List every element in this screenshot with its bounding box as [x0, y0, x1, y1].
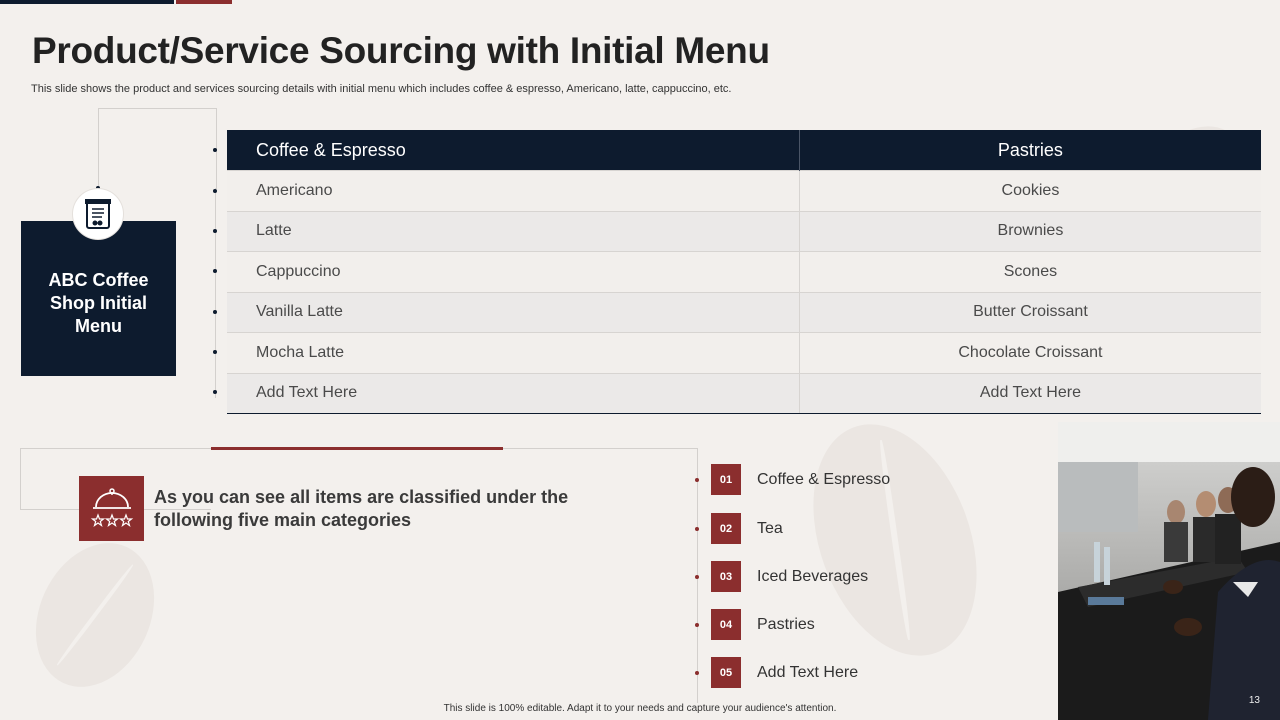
- category-label: Tea: [757, 519, 783, 537]
- table-cell: Cappuccino: [227, 251, 800, 292]
- connector-dot: [213, 229, 217, 233]
- page-subtitle: This slide shows the product and service…: [31, 83, 732, 95]
- category-item: 02 Tea: [711, 513, 783, 544]
- table-cell: Add Text Here: [227, 372, 800, 414]
- table-cell: Cookies: [798, 170, 1261, 211]
- category-item: 01 Coffee & Espresso: [711, 464, 890, 495]
- category-label: Coffee & Espresso: [757, 470, 891, 488]
- menu-title-box: ABC Coffee Shop Initial Menu: [21, 221, 176, 376]
- categories-note: As you can see all items are classified …: [154, 487, 569, 530]
- category-number: 04: [711, 609, 741, 640]
- table-row: Latte Brownies: [227, 210, 1261, 252]
- top-accent-bar-red: [176, 0, 232, 4]
- table-cell: Brownies: [798, 210, 1261, 252]
- connector-dot: [213, 390, 217, 394]
- connector-dot: [213, 350, 217, 354]
- category-number: 01: [711, 464, 741, 495]
- table-row: Add Text Here Add Text Here: [227, 372, 1261, 414]
- connector-dot: [695, 575, 699, 579]
- coffee-bean-decoration: [783, 401, 1007, 679]
- category-item: 03 Iced Beverages: [711, 561, 868, 592]
- column-header: Coffee & Espresso: [227, 130, 800, 171]
- category-number: 03: [711, 561, 741, 592]
- table-cell: Americano: [227, 170, 800, 211]
- column-header: Pastries: [798, 130, 1261, 171]
- category-item: 04 Pastries: [711, 609, 815, 640]
- table-cell: Chocolate Croissant: [798, 332, 1261, 373]
- category-label: Iced Beverages: [757, 567, 869, 585]
- table-cell: Mocha Latte: [227, 332, 800, 373]
- menu-title: ABC Coffee Shop Initial Menu: [48, 270, 149, 336]
- page-title: Product/Service Sourcing with Initial Me…: [32, 30, 770, 71]
- cloche-stars-icon: [79, 476, 144, 541]
- connector-line: [215, 188, 217, 398]
- coffee-bean-decoration: [13, 523, 177, 707]
- table-header-row: Coffee & Espresso Pastries: [227, 130, 1261, 171]
- category-number: 05: [711, 657, 741, 688]
- table-cell: Vanilla Latte: [227, 291, 800, 333]
- business-meeting-photo: 13: [1058, 422, 1280, 720]
- connector-dot: [695, 478, 699, 482]
- accent-line: [211, 447, 503, 450]
- category-label: Pastries: [757, 615, 815, 633]
- connector-dot: [213, 310, 217, 314]
- connector-dot: [695, 671, 699, 675]
- table-row: Mocha Latte Chocolate Croissant: [227, 332, 1261, 373]
- connector-dot: [213, 269, 217, 273]
- connector-dot: [695, 527, 699, 531]
- connector-dot: [213, 148, 217, 152]
- table-row: Americano Cookies: [227, 170, 1261, 211]
- top-accent-bar: [0, 0, 174, 4]
- connector-line: [503, 448, 697, 450]
- connector-dot: [695, 623, 699, 627]
- menu-card-icon: [73, 189, 123, 239]
- footer-note: This slide is 100% editable. Adapt it to…: [443, 703, 837, 714]
- table-row: Cappuccino Scones: [227, 251, 1261, 292]
- category-number: 02: [711, 513, 741, 544]
- table-cell: Butter Croissant: [798, 291, 1261, 333]
- menu-table: Coffee & Espresso Pastries Americano Coo…: [227, 130, 1261, 414]
- category-item: 05 Add Text Here: [711, 657, 858, 688]
- table-cell: Add Text Here: [798, 372, 1261, 414]
- connector-dot: [213, 189, 217, 193]
- table-cell: Latte: [227, 210, 800, 252]
- table-cell: Scones: [798, 251, 1261, 292]
- table-row: Vanilla Latte Butter Croissant: [227, 291, 1261, 333]
- category-label: Add Text Here: [757, 663, 859, 681]
- connector-line: [98, 108, 217, 189]
